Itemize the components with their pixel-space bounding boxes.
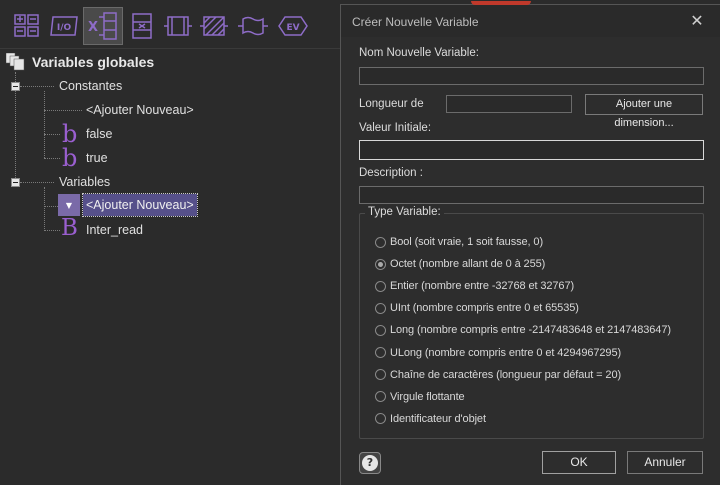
tree-item-constants-add[interactable]: <Ajouter Nouveau>	[86, 103, 194, 117]
delete-block-icon[interactable]	[128, 8, 156, 44]
global-variables-icon	[5, 52, 26, 75]
tree-line	[20, 86, 54, 87]
type-option-label: Identificateur d'objet	[390, 412, 486, 425]
radio-button[interactable]	[375, 391, 386, 403]
event-icon[interactable]: EV	[276, 8, 310, 44]
type-option[interactable]: ULong (nombre compris entre 0 et 4294967…	[375, 344, 621, 362]
tree-line	[44, 206, 58, 207]
length-input[interactable]	[446, 95, 572, 113]
variables-icon[interactable]: X	[83, 7, 123, 45]
tree-item-constants[interactable]: Constantes	[59, 79, 122, 93]
tree-item-inter-read[interactable]: Inter_read	[86, 223, 143, 237]
type-option-label: Octet (nombre allant de 0 à 255)	[390, 258, 546, 271]
wave-block-icon[interactable]	[236, 8, 270, 44]
radio-button[interactable]	[375, 258, 386, 270]
tree-line	[44, 230, 60, 231]
type-option-label: Chaîne de caractères (longueur par défau…	[390, 368, 622, 381]
tree-line	[44, 158, 60, 159]
radio-button[interactable]	[375, 413, 386, 425]
radio-button[interactable]	[375, 236, 386, 248]
name-label: Nom Nouvelle Variable:	[359, 47, 479, 59]
tree-line	[20, 182, 54, 183]
io-icon-label: I/O	[57, 23, 72, 33]
tree-item-true[interactable]: true	[86, 151, 108, 165]
event-icon-label: EV	[286, 23, 299, 33]
type-option[interactable]: Bool (soit vraie, 1 soit fausse, 0)	[375, 233, 543, 251]
type-option-label: Virgule flottante	[390, 390, 465, 403]
tree-line	[44, 134, 60, 135]
close-icon[interactable]: ✕	[674, 5, 720, 35]
ok-button[interactable]: OK	[542, 451, 616, 474]
add-dimension-button[interactable]: Ajouter une dimension...	[585, 94, 703, 129]
description-label: Description :	[359, 167, 423, 179]
tree-line	[44, 187, 45, 231]
radio-button[interactable]	[375, 369, 386, 381]
io-icon[interactable]: I/O	[48, 8, 80, 44]
tree-item-variables-add-label: <Ajouter Nouveau>	[82, 193, 198, 217]
block-icon[interactable]	[162, 8, 194, 44]
tree-line	[44, 110, 82, 111]
tree-root-label: Variables globales	[32, 54, 155, 70]
constants-collapse-toggle[interactable]	[11, 82, 20, 91]
type-option-label: Entier (nombre entre -32768 et 32767)	[390, 280, 575, 293]
dialog-title: Créer Nouvelle Variable	[352, 15, 479, 29]
length-label: Longueur de	[359, 98, 424, 110]
radio-button[interactable]	[375, 302, 386, 314]
name-input[interactable]	[359, 67, 704, 85]
type-option[interactable]: Entier (nombre entre -32768 et 32767)	[375, 277, 574, 295]
hatched-block-icon[interactable]	[198, 8, 230, 44]
type-option[interactable]: Long (nombre compris entre -2147483648 e…	[375, 321, 671, 339]
type-option[interactable]: Identificateur d'objet	[375, 410, 486, 428]
create-variable-dialog: Créer Nouvelle Variable ✕ Nom Nouvelle V…	[340, 1, 720, 485]
app-window: I/O X EV Variables globales Constantes <…	[0, 0, 720, 485]
grid-view-icon[interactable]	[12, 8, 42, 44]
radio-button[interactable]	[375, 324, 386, 336]
type-option[interactable]: Chaîne de caractères (longueur par défau…	[375, 366, 621, 384]
cancel-button[interactable]: Annuler	[627, 451, 703, 474]
toolbar-separator	[0, 48, 340, 49]
variables-icon-label: X	[88, 20, 98, 35]
type-option[interactable]: Octet (nombre allant de 0 à 255)	[375, 255, 545, 273]
type-option-label: Bool (soit vraie, 1 soit fausse, 0)	[390, 236, 544, 248]
radio-button[interactable]	[375, 347, 386, 358]
type-option-label: ULong (nombre compris entre 0 et 4294967…	[390, 346, 622, 359]
radio-button[interactable]	[375, 280, 386, 292]
bool-icon: b	[62, 120, 78, 148]
help-icon: ?	[362, 455, 378, 471]
byte-icon: B	[61, 215, 78, 241]
tree-line	[44, 91, 45, 158]
variables-tree: Variables globales Constantes <Ajouter N…	[0, 50, 340, 485]
type-option-label: Long (nombre compris entre -2147483648 e…	[390, 324, 671, 337]
help-button[interactable]: ?	[359, 452, 381, 474]
initial-value-label: Valeur Initiale:	[359, 122, 432, 134]
dropdown-arrow-icon: ▼	[58, 194, 80, 216]
type-option-label: UInt (nombre compris entre 0 et 65535)	[390, 302, 579, 315]
tree-item-false[interactable]: false	[86, 127, 112, 141]
toolbar: I/O X EV	[0, 0, 340, 50]
type-option[interactable]: Virgule flottante	[375, 388, 465, 406]
description-input[interactable]	[359, 186, 704, 204]
bool-icon: b	[62, 144, 78, 172]
dialog-titlebar: Créer Nouvelle Variable ✕	[341, 5, 720, 37]
type-group-label: Type Variable:	[365, 206, 444, 218]
variables-collapse-toggle[interactable]	[11, 178, 20, 187]
type-option[interactable]: UInt (nombre compris entre 0 et 65535)	[375, 299, 579, 317]
initial-value-input[interactable]	[359, 140, 704, 160]
tree-item-variables-add[interactable]: ▼ <Ajouter Nouveau>	[58, 193, 198, 217]
tree-item-variables[interactable]: Variables	[59, 175, 110, 189]
